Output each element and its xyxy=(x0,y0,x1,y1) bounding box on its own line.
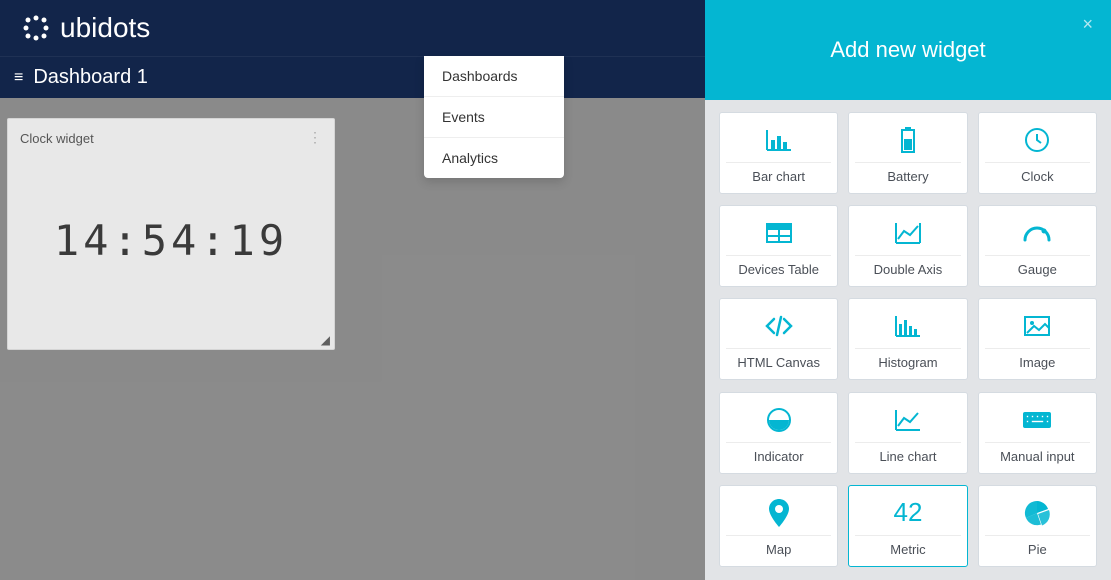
widget-pie[interactable]: Pie xyxy=(978,485,1097,567)
brand-text: ubidots xyxy=(60,12,150,44)
widget-histogram[interactable]: Histogram xyxy=(848,298,967,380)
widget-label: Map xyxy=(726,535,831,557)
table-icon xyxy=(726,215,831,251)
line-chart-icon xyxy=(855,402,960,438)
clock-widget-card: Clock widget ⋮ 14:54:19 ◢ xyxy=(7,118,335,350)
data-dropdown: Dashboards Events Analytics xyxy=(424,56,564,178)
code-icon xyxy=(726,308,831,344)
widget-gauge[interactable]: Gauge xyxy=(978,205,1097,287)
widget-label: Bar chart xyxy=(726,162,831,184)
close-icon[interactable]: × xyxy=(1082,14,1093,35)
widget-label: Histogram xyxy=(855,348,960,370)
widget-label: Battery xyxy=(855,162,960,184)
keyboard-icon xyxy=(985,402,1090,438)
widget-menu-icon[interactable]: ⋮ xyxy=(308,129,322,146)
widget-label: HTML Canvas xyxy=(726,348,831,370)
clock-widget-title: Clock widget xyxy=(20,131,322,146)
widget-line-chart[interactable]: Line chart xyxy=(848,392,967,474)
image-icon xyxy=(985,308,1090,344)
widget-label: Line chart xyxy=(855,442,960,464)
gauge-icon xyxy=(985,215,1090,251)
widget-label: Image xyxy=(985,348,1090,370)
hamburger-icon[interactable]: ≡ xyxy=(14,69,23,87)
dropdown-item-dashboards[interactable]: Dashboards xyxy=(424,56,564,96)
widget-manual-input[interactable]: Manual input xyxy=(978,392,1097,474)
widget-devices-table[interactable]: Devices Table xyxy=(719,205,838,287)
widget-map[interactable]: Map xyxy=(719,485,838,567)
logo-icon xyxy=(20,12,52,44)
widget-html-canvas[interactable]: HTML Canvas xyxy=(719,298,838,380)
map-pin-icon xyxy=(726,495,831,531)
dropdown-item-events[interactable]: Events xyxy=(424,96,564,137)
widget-grid: Bar chart Battery Clock xyxy=(705,100,1111,580)
panel-title: Add new widget xyxy=(830,37,985,63)
indicator-icon xyxy=(726,402,831,438)
resize-handle-icon[interactable]: ◢ xyxy=(321,333,330,347)
dashboard-title: Dashboard 1 xyxy=(33,66,148,89)
widget-indicator[interactable]: Indicator xyxy=(719,392,838,474)
widget-label: Double Axis xyxy=(855,255,960,277)
widget-label: Pie xyxy=(985,535,1090,557)
widget-label: Devices Table xyxy=(726,255,831,277)
bar-chart-icon xyxy=(726,122,831,158)
metric-icon: 42 xyxy=(855,495,960,531)
widget-metric[interactable]: 42 Metric xyxy=(848,485,967,567)
widget-battery[interactable]: Battery xyxy=(848,112,967,194)
widget-bar-chart[interactable]: Bar chart xyxy=(719,112,838,194)
widget-clock[interactable]: Clock xyxy=(978,112,1097,194)
widget-label: Gauge xyxy=(985,255,1090,277)
battery-icon xyxy=(855,122,960,158)
pie-icon xyxy=(985,495,1090,531)
dropdown-item-analytics[interactable]: Analytics xyxy=(424,137,564,178)
panel-header: Add new widget × xyxy=(705,0,1111,100)
clock-widget-time: 14:54:19 xyxy=(20,216,322,265)
widget-label: Clock xyxy=(985,162,1090,184)
widget-double-axis[interactable]: Double Axis xyxy=(848,205,967,287)
histogram-icon xyxy=(855,308,960,344)
brand-logo[interactable]: ubidots xyxy=(20,12,150,44)
metric-sample-value: 42 xyxy=(894,497,923,528)
clock-icon xyxy=(985,122,1090,158)
widget-label: Metric xyxy=(855,535,960,557)
add-widget-panel: Add new widget × Bar chart xyxy=(705,0,1111,580)
widget-label: Indicator xyxy=(726,442,831,464)
widget-label: Manual input xyxy=(985,442,1090,464)
widget-image[interactable]: Image xyxy=(978,298,1097,380)
double-axis-icon xyxy=(855,215,960,251)
